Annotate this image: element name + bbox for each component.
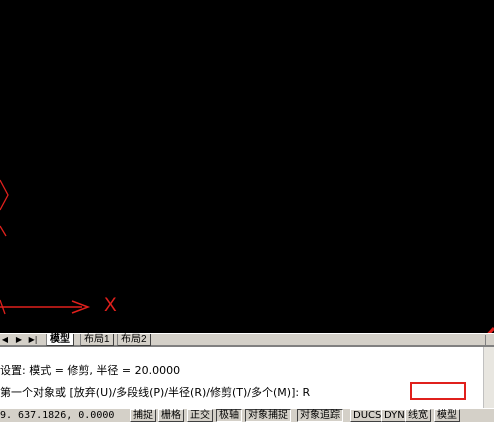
command-input-highlight (410, 382, 466, 400)
snap-toggle-button[interactable]: 捕捉 (130, 409, 156, 422)
command-window[interactable]: 设置: 模式 = 修剪, 半径 = 20.0000 第一个对象或 [放弃(U)/… (0, 346, 494, 408)
command-window-scrollbar[interactable] (483, 347, 494, 408)
status-bar: 9. 637.1826, 0.0000 捕捉 栅格 正交 极轴 对象捕捉 对象追… (0, 408, 494, 422)
coordinate-readout: 9. 637.1826, 0.0000 (0, 410, 115, 421)
polar-toggle-button[interactable]: 极轴 (216, 409, 242, 422)
ucs-y-axis-fragment-2 (0, 225, 7, 237)
dyn-toggle-button[interactable]: DYN (381, 409, 408, 422)
osnap-toggle-button[interactable]: 对象捕捉 (245, 409, 291, 422)
drawing-canvas[interactable]: X (0, 0, 494, 333)
drawing-canvas-graphics (0, 179, 494, 333)
model-space-button[interactable]: 模型 (434, 409, 460, 422)
layout-tab-bar: ◀ ▶ ▶| 模型 布局1 布局2 (0, 333, 494, 346)
command-history-line: 设置: 模式 = 修剪, 半径 = 20.0000 (0, 364, 181, 377)
ucs-y-axis-fragment (0, 179, 9, 211)
grid-toggle-button[interactable]: 栅格 (158, 409, 184, 422)
tab-layout1[interactable]: 布局1 (80, 334, 114, 346)
ucs-x-label: X (104, 295, 117, 316)
otrack-toggle-button[interactable]: 对象追踪 (297, 409, 343, 422)
horizontal-scrollbar[interactable] (485, 335, 494, 345)
tab-nav-next-icon[interactable]: ▶ (14, 335, 24, 345)
tab-nav-last-icon[interactable]: ▶| (28, 335, 38, 345)
ortho-toggle-button[interactable]: 正交 (187, 409, 213, 422)
tab-nav-prev-icon[interactable]: ◀ (0, 335, 10, 345)
tab-model[interactable]: 模型 (46, 334, 74, 346)
command-prompt-line[interactable]: 第一个对象或 [放弃(U)/多段线(P)/半径(R)/修剪(T)/多个(M)]:… (0, 384, 470, 402)
tab-layout2[interactable]: 布局2 (117, 334, 151, 346)
lineweight-toggle-button[interactable]: 线宽 (405, 409, 431, 422)
ducs-toggle-button[interactable]: DUCS (350, 409, 385, 422)
